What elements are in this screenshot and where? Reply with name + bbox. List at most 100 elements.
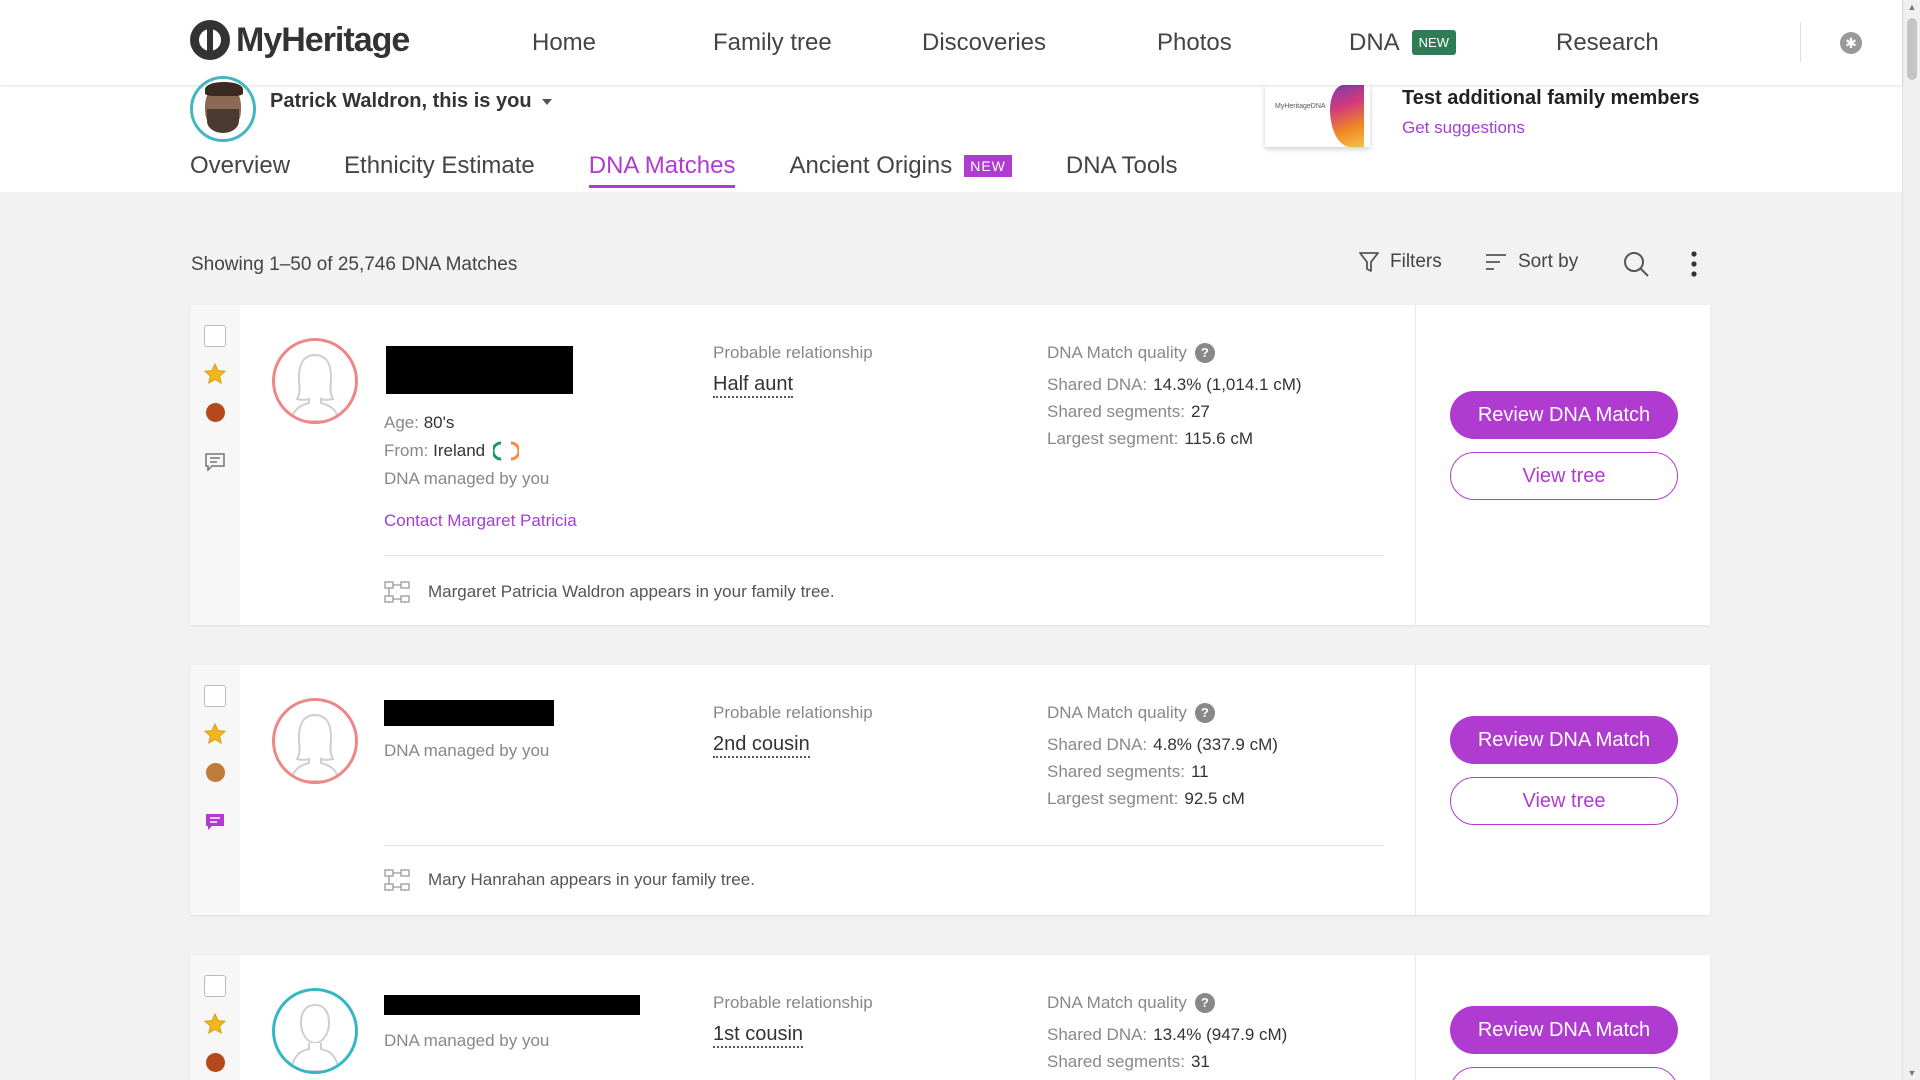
female-avatar[interactable] [272,698,358,784]
vertical-dots-icon [1691,251,1697,277]
select-checkbox[interactable] [204,325,226,347]
shared-segments-value: 27 [1190,402,1210,421]
user-avatar[interactable] [190,76,256,142]
help-icon[interactable]: ? [1194,343,1215,363]
color-label-dot[interactable] [206,403,225,422]
card-right-divider [1415,665,1416,915]
redacted-name [386,346,573,394]
top-navigation-bar: MyHeritage Home Family tree Discoveries … [0,0,1902,85]
shared-segments-row: Shared segments: 11 [1047,762,1209,782]
review-dna-match-button[interactable]: Review DNA Match [1450,391,1678,439]
tab-dna-tools[interactable]: DNA Tools [1066,152,1178,186]
shared-dna-value: 14.3% (1,014.1 cM) [1153,375,1302,394]
nav-dna[interactable]: DNA NEW [1349,0,1457,85]
tab-ancient-origins-label: Ancient Origins [789,152,953,179]
female-avatar[interactable] [272,338,358,424]
female-silhouette-icon [289,353,341,421]
kit-owner-selector[interactable]: Patrick Waldron, this is you [270,90,552,113]
shared-dna-row: Shared DNA: 4.8% (337.9 cM) [1047,735,1278,755]
tab-overview[interactable]: Overview [190,152,290,186]
caret-down-icon [541,98,552,105]
contact-match-link[interactable]: Contact Margaret Patricia [384,511,577,531]
color-label-dot[interactable] [206,1053,225,1072]
match-age: Age: 80's [384,413,454,433]
card-separator [384,555,1384,556]
relationship-value[interactable]: 1st cousin [713,1023,804,1048]
more-options-button[interactable] [1690,250,1698,278]
nav-research[interactable]: Research [1556,0,1659,85]
largest-segment-label: Largest segment: [1047,789,1179,808]
nav-family-tree[interactable]: Family tree [713,0,832,85]
largest-segment-value: 115.6 cM [1184,429,1254,448]
card-right-divider [1415,305,1416,625]
view-tree-button[interactable]: View tree [1450,777,1678,825]
message-icon[interactable] [204,451,226,473]
female-silhouette-icon [289,713,341,781]
review-dna-match-button[interactable]: Review DNA Match [1450,716,1678,764]
kit-image-text: MyHeritageDNA [1275,103,1326,110]
view-tree-button[interactable]: View tree [1450,1067,1678,1080]
myheritage-logo[interactable]: MyHeritage [190,20,410,60]
shared-dna-label: Shared DNA: [1047,1025,1148,1044]
get-suggestions-link[interactable]: Get suggestions [1402,118,1525,138]
dna-kit-image[interactable]: MyHeritageDNA [1265,85,1370,147]
male-silhouette-icon [289,1003,341,1071]
tab-dna-matches-label: DNA Matches [588,152,736,179]
color-label-dot[interactable] [206,763,225,782]
match-quality-text: DNA Match quality [1047,343,1187,362]
match-quality-label: DNA Match quality? [1047,993,1215,1013]
scroll-up-arrow-icon[interactable]: ▲ [1907,2,1917,12]
family-tree-note: Margaret Patricia Waldron appears in you… [384,581,835,603]
relationship-value[interactable]: 2nd cousin [713,733,810,758]
family-tree-note-text: Mary Hanrahan appears in your family tre… [428,870,755,889]
male-avatar[interactable] [272,988,358,1074]
nav-photos-label: Photos [1157,28,1232,56]
review-dna-match-button[interactable]: Review DNA Match [1450,1006,1678,1054]
nav-divider [1800,22,1801,62]
tab-ethnicity-estimate[interactable]: Ethnicity Estimate [344,152,535,186]
promo-title: Test additional family members [1402,87,1700,109]
message-filled-icon[interactable] [204,811,226,833]
select-checkbox[interactable] [204,975,226,997]
star-icon[interactable] [203,362,227,386]
tab-overview-label: Overview [190,152,291,179]
shared-dna-label: Shared DNA: [1047,375,1148,394]
dna-tabs: Overview Ethnicity Estimate DNA Matches … [190,152,1232,188]
nav-photos[interactable]: Photos [1157,0,1232,85]
match-quality-label: DNA Match quality? [1047,703,1215,723]
ireland-flag-icon [493,441,520,461]
nav-discoveries[interactable]: Discoveries [922,0,1046,85]
select-checkbox[interactable] [204,685,226,707]
origin-value: Ireland [433,441,486,460]
star-icon[interactable] [203,722,227,746]
tab-dna-matches[interactable]: DNA Matches [588,152,736,188]
match-card: Age: 80's From: Ireland DNA managed by y… [190,305,1710,625]
help-icon[interactable]: ? [1194,993,1215,1013]
scroll-down-arrow-icon[interactable]: ▼ [1907,1068,1917,1078]
filter-funnel-icon [1359,252,1379,272]
card-separator [384,845,1384,846]
age-value: 80's [423,413,455,432]
help-icon[interactable]: ? [1194,703,1215,723]
dna-managed-note: DNA managed by you [384,469,550,488]
nav-dna-label: DNA [1349,28,1400,56]
page-scrollbar[interactable]: ▲ ▼ [1902,0,1920,1080]
scroll-thumb[interactable] [1907,18,1917,80]
nav-dna-new-badge: NEW [1411,30,1457,55]
view-tree-button[interactable]: View tree [1450,452,1678,500]
accessibility-icon[interactable]: ✱ [1840,32,1862,54]
star-icon[interactable] [203,1012,227,1036]
search-button[interactable] [1622,250,1650,278]
relationship-value[interactable]: Half aunt [713,373,794,398]
relationship-label: Probable relationship [713,703,873,722]
match-quality-text: DNA Match quality [1047,993,1187,1012]
shared-segments-label: Shared segments: [1047,762,1185,781]
shared-segments-row: Shared segments: 31 [1047,1052,1210,1072]
filters-button[interactable]: Filters [1358,250,1442,274]
match-quality-text: DNA Match quality [1047,703,1187,722]
nav-home[interactable]: Home [532,0,596,85]
nav-home-label: Home [532,28,597,56]
shared-segments-row: Shared segments: 27 [1047,402,1210,422]
sort-by-button[interactable]: Sort by [1484,250,1578,274]
tab-ancient-origins[interactable]: Ancient Origins NEW [789,152,1012,186]
